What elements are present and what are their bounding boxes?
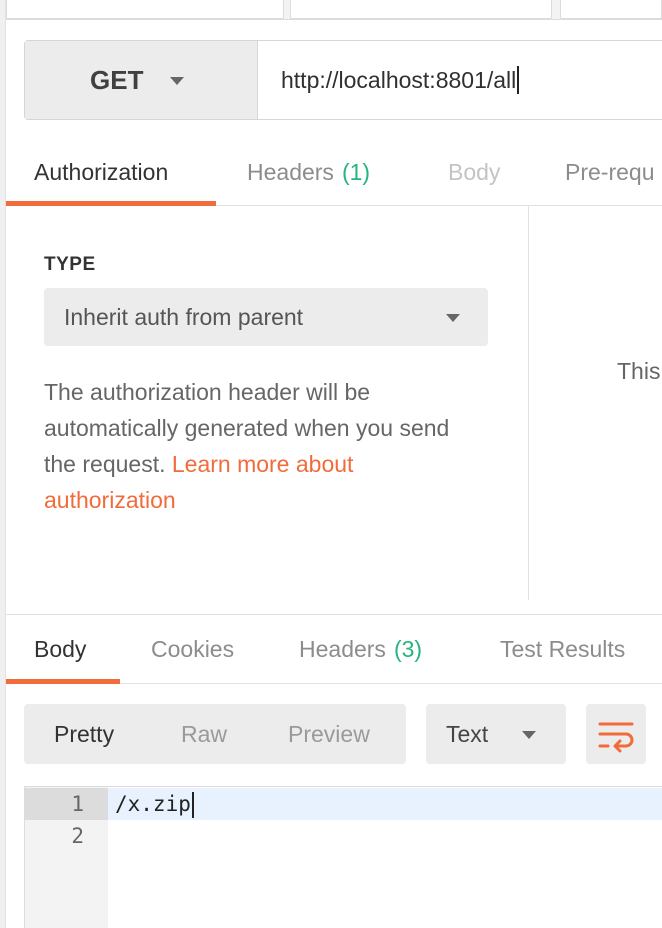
tab-label: Body [448,158,501,185]
tab-cookies[interactable]: Cookies [151,615,234,683]
wrap-lines-button[interactable] [586,704,646,764]
url-bar: GET http://localhost:8801/all [24,40,662,120]
tab-count-badge: (3) [393,635,423,662]
method-label: GET [90,64,144,95]
method-select[interactable]: GET [25,41,258,119]
tab-label: Body [34,635,87,662]
request-tab[interactable] [6,0,284,19]
tab-label: Test Results [500,635,626,662]
tab-headers[interactable]: Headers (1) [247,138,370,206]
text-cursor [517,66,520,94]
line-number: 2 [71,824,84,848]
auth-info-text: This [617,358,661,384]
chevron-down-icon [446,314,460,322]
response-tabs: Body Cookies Headers (3) Test Results [6,614,662,684]
tab-label: Pre-requ [565,158,655,185]
preview-button[interactable]: Preview [288,704,370,764]
auth-type-value: Inherit auth from parent [64,303,304,330]
code-content: /x.zip [115,792,191,816]
response-body-editor[interactable]: 1 /x.zip 2 [24,786,662,928]
url-input[interactable]: http://localhost:8801/all [281,41,520,119]
tab-response-body[interactable]: Body [34,615,86,683]
wrap-lines-icon [598,722,634,753]
raw-button[interactable]: Raw [181,704,227,764]
code-text: /x.zip [115,788,194,820]
tab-label: Headers [247,158,334,185]
request-tab[interactable] [560,0,662,19]
code-line: 2 [25,820,662,852]
tab-pre-request-script[interactable]: Pre-requ [565,138,654,206]
chevron-down-icon [170,77,184,85]
auth-type-select[interactable]: Inherit auth from parent [44,288,488,346]
request-tab-strip [6,0,662,20]
type-label: TYPE [44,254,96,275]
chevron-down-icon [522,731,536,739]
code-line: 1 /x.zip [25,788,662,820]
tab-authorization[interactable]: Authorization [34,138,168,206]
request-tab[interactable] [290,0,552,19]
tab-label: Headers [299,635,386,662]
tab-label: Authorization [34,158,169,185]
authorization-panel: TYPE Inherit auth from parent The author… [6,206,529,600]
pretty-button[interactable]: Pretty [54,704,114,764]
active-tab-indicator [6,679,120,684]
format-select[interactable]: Text [426,704,566,764]
request-tabs: Authorization Headers (1) Body Pre-requ [6,138,662,206]
url-text: http://localhost:8801/all [281,66,517,93]
tab-count-badge: (1) [341,158,371,185]
view-mode-toggle: Pretty Raw Preview [24,704,406,764]
tab-label: Cookies [151,635,235,662]
tab-test-results[interactable]: Test Results [500,615,625,683]
tab-body[interactable]: Body [448,138,500,206]
tab-response-headers[interactable]: Headers (3) [299,615,422,683]
format-value: Text [446,720,489,747]
line-number: 1 [25,788,108,820]
text-cursor [191,792,194,818]
auth-description: The authorization header will be automat… [44,374,474,518]
